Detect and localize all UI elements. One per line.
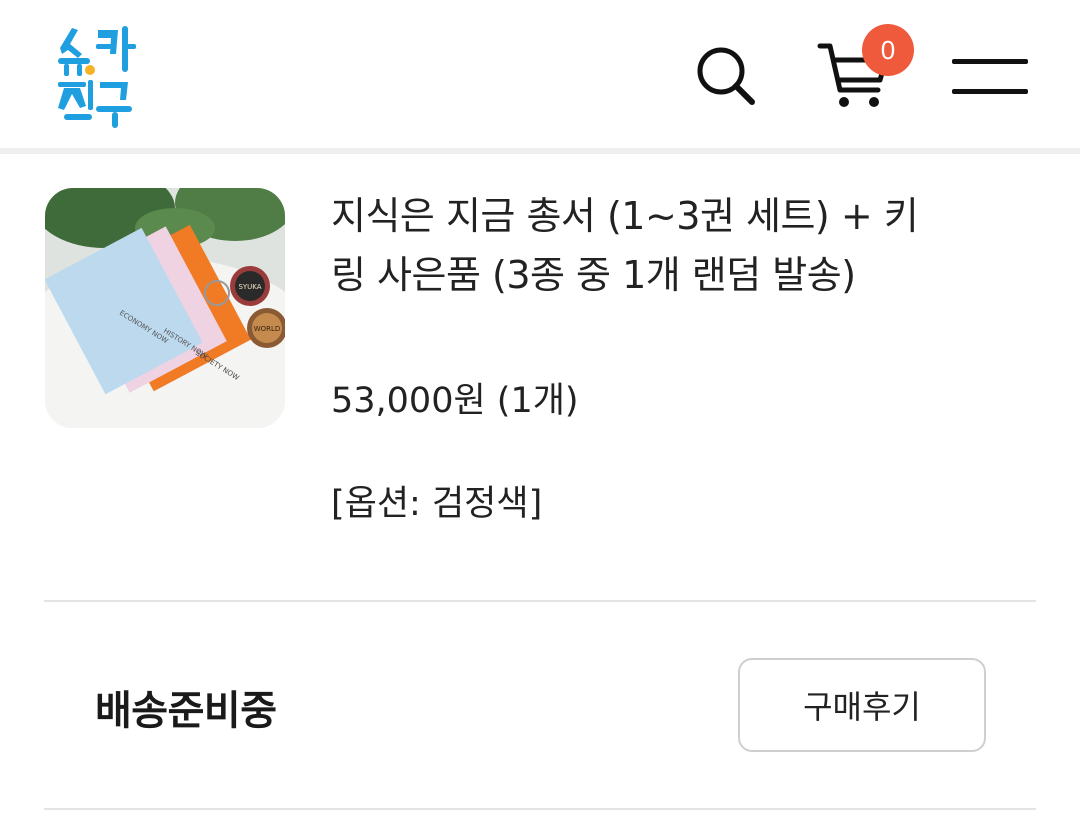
product-price: 53,000원 (1개) <box>331 381 579 421</box>
cart-count-badge: 0 <box>862 24 914 76</box>
product-option: [옵션: 검정색] <box>331 484 543 524</box>
order-status-label: 배송준비중 <box>95 688 277 734</box>
hamburger-menu-icon <box>952 59 1028 64</box>
app-header: 0 <box>0 0 1080 148</box>
section-divider-bottom <box>44 808 1036 810</box>
product-image: ECONOMY NOW HISTORY NOW SOCIETY NOW SYUK… <box>45 188 285 428</box>
product-thumbnail[interactable]: ECONOMY NOW HISTORY NOW SOCIETY NOW SYUK… <box>45 188 285 428</box>
search-icon <box>697 47 755 105</box>
keyring-label-syuka: SYUKA <box>238 283 261 291</box>
brand-logo[interactable] <box>52 20 138 132</box>
logo-image <box>58 26 136 128</box>
search-button[interactable] <box>694 44 758 108</box>
keyring-label-world: WORLD <box>254 325 281 333</box>
write-review-button[interactable]: 구매후기 <box>738 658 986 752</box>
header-divider <box>0 148 1080 154</box>
section-divider <box>44 600 1036 602</box>
product-title[interactable]: 지식은 지금 총서 (1~3권 세트) + 키링 사은품 (3종 중 1개 랜덤… <box>331 187 951 305</box>
menu-button[interactable] <box>950 56 1030 100</box>
hamburger-menu-icon-line <box>952 89 1028 94</box>
